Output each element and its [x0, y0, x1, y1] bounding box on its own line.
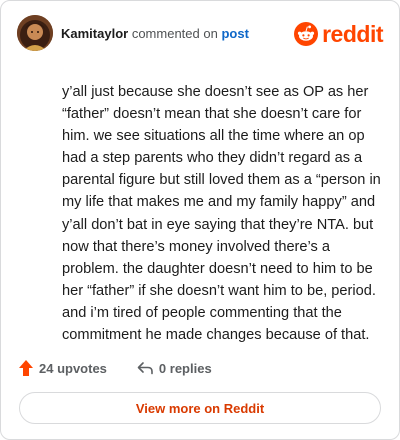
user-avatar[interactable] [17, 15, 53, 51]
replies-count: 0 replies [158, 360, 212, 376]
upvote-button[interactable]: 24 upvotes [19, 360, 107, 376]
comment-embed-card: Kamitaylor commented on post reddit y’al… [0, 0, 400, 440]
upvote-count: 24 upvotes [39, 360, 107, 376]
upvote-arrow-icon [19, 360, 33, 376]
username-link[interactable]: Kamitaylor [61, 26, 128, 41]
avatar-image [17, 15, 53, 51]
reddit-brand-logo[interactable]: reddit [294, 21, 383, 47]
reddit-snoo-icon [294, 22, 319, 46]
action-text: commented on [131, 26, 218, 41]
reply-arrow-icon [137, 361, 153, 375]
replies-button[interactable]: 0 replies [137, 361, 212, 376]
post-link[interactable]: post [221, 26, 248, 41]
comment-footer: 24 upvotes 0 replies [19, 357, 212, 379]
comment-meta: Kamitaylor commented on post [61, 26, 249, 41]
comment-header: Kamitaylor commented on post reddit [17, 15, 383, 53]
reddit-wordmark: reddit [322, 20, 383, 47]
view-more-button[interactable]: View more on Reddit [19, 392, 381, 424]
comment-text: y’all just because she doesn’t see as OP… [62, 84, 381, 344]
